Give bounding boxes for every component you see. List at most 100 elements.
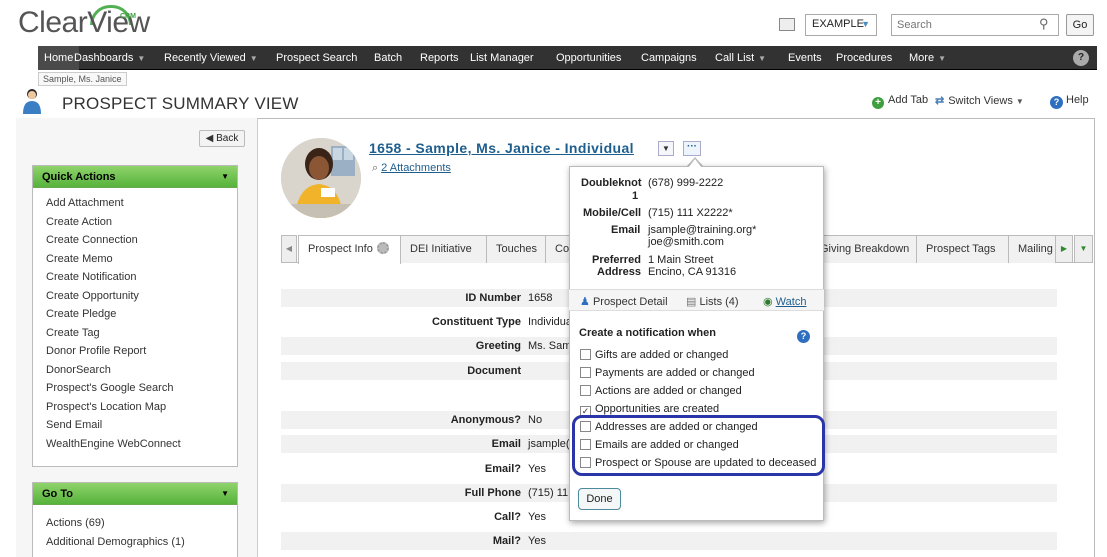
list-item[interactable]: Create Opportunity (46, 287, 237, 306)
list-item[interactable]: Add Attachment (46, 194, 237, 213)
breadcrumb[interactable]: Sample, Ms. Janice (38, 72, 127, 86)
switch-views-button[interactable]: ⇄ Switch Views ▼ (935, 94, 1024, 107)
checkbox-label: Gifts are added or changed (595, 349, 729, 361)
help-icon[interactable]: ? (1073, 50, 1089, 66)
plus-icon: + (872, 97, 884, 109)
eye-icon: ◉ (763, 296, 773, 308)
nav-item-label: Campaigns (641, 52, 697, 64)
attachments-link-row: ⌕ 2 Attachments (372, 162, 451, 175)
tab-prospect-tags[interactable]: Prospect Tags (916, 235, 1009, 263)
go-to-header[interactable]: Go To ▼ (33, 483, 237, 505)
list-item[interactable]: Send Email (46, 416, 237, 435)
checkbox[interactable] (580, 385, 591, 396)
list-item[interactable]: Create Pledge (46, 305, 237, 324)
list-item[interactable]: DonorSearch (46, 361, 237, 380)
doubleknot-label-suffix: 1 (632, 190, 639, 202)
list-item[interactable]: Actions (69) (46, 514, 237, 533)
notification-option[interactable]: Payments are added or changed (580, 366, 755, 382)
chevron-down-icon: ▼ (1015, 97, 1024, 106)
help-icon[interactable]: ? (797, 330, 810, 343)
add-tab-label: Add Tab (888, 94, 929, 106)
highlight-annotation (572, 415, 825, 476)
detail-value: Yes (528, 463, 546, 475)
app-logo[interactable]: ClearView (18, 6, 150, 40)
nav-item-events[interactable]: Events (782, 46, 828, 70)
detail-value: No (528, 414, 543, 426)
prospect-photo[interactable] (281, 138, 361, 218)
search-icon[interactable]: ⚲ (1039, 16, 1049, 32)
detail-value: Yes (528, 511, 546, 523)
watch-link[interactable]: ◉ Watch (763, 295, 806, 308)
nav-item-batch[interactable]: Batch (368, 46, 408, 70)
tab-dei-initiative[interactable]: DEI Initiative (400, 235, 487, 263)
tab-label: Touches (496, 243, 537, 255)
tab-scroll-left-icon[interactable]: ◀ (281, 235, 297, 263)
detail-label: ID Number (465, 292, 521, 304)
detail-label: Call? (494, 511, 521, 523)
nav-item-reports[interactable]: Reports (414, 46, 465, 70)
list-item[interactable]: Create Tag (46, 324, 237, 343)
database-select[interactable]: EXAMPLE ▼ (805, 14, 877, 36)
tab-scroll-right-icon[interactable]: ▶ (1055, 235, 1073, 263)
list-item[interactable]: Prospect's Google Search (46, 379, 237, 398)
nav-item-opportunities[interactable]: Opportunities (550, 46, 627, 70)
tab-mailing[interactable]: Mailing (1008, 235, 1056, 263)
detail-value: Yes (528, 535, 546, 547)
list-item[interactable]: Create Action (46, 213, 237, 232)
quick-actions-header[interactable]: Quick Actions ▼ (33, 166, 237, 188)
tab-label: Prospect Tags (926, 243, 996, 255)
tab-giving-breakdown[interactable]: Giving Breakdown (810, 235, 917, 263)
help-link[interactable]: ? Help (1050, 94, 1089, 109)
nav-item-label: Recently Viewed (164, 52, 246, 64)
checkbox[interactable] (580, 367, 591, 378)
list-item[interactable]: Additional Demographics (1) (46, 533, 237, 552)
prospect-detail-label: Prospect Detail (592, 296, 668, 308)
prospect-more-button[interactable]: ··· (683, 141, 701, 156)
list-item[interactable]: Donor Profile Report (46, 342, 237, 361)
notification-option[interactable]: Actions are added or changed (580, 384, 742, 400)
nav-item-campaigns[interactable]: Campaigns (635, 46, 703, 70)
checkbox[interactable] (580, 349, 591, 360)
prospect-title-link[interactable]: 1658 - Sample, Ms. Janice - Individual (369, 140, 634, 156)
nav-item-recently-viewed[interactable]: Recently Viewed ▼ (158, 46, 264, 70)
nav-item-call-list[interactable]: Call List ▼ (709, 46, 772, 70)
nav-item-list-manager[interactable]: List Manager (464, 46, 540, 70)
lists-link[interactable]: ▤ Lists (4) (686, 295, 739, 308)
lists-label: Lists (4) (699, 296, 739, 308)
add-tab-button[interactable]: + Add Tab (872, 94, 928, 109)
list-item[interactable]: WealthEngine WebConnect (46, 435, 237, 454)
logo-text: ClearView (18, 6, 150, 39)
nav-item-label: Dashboards (74, 52, 134, 64)
chevron-down-icon: ▼ (137, 54, 146, 63)
paperclip-icon: ⌕ (372, 162, 379, 174)
search-input[interactable] (891, 14, 1059, 36)
prospect-detail-link[interactable]: ♟ Prospect Detail (580, 295, 668, 308)
tab-prospect-info[interactable]: Prospect Info (298, 235, 401, 264)
list-item[interactable]: Create Notification (46, 268, 237, 287)
list-item[interactable]: Create Memo (46, 250, 237, 269)
tab-touches[interactable]: Touches (486, 235, 546, 263)
done-button[interactable]: Done (578, 488, 621, 510)
detail-label: Constituent Type (431, 316, 521, 328)
window-icon[interactable] (779, 18, 795, 31)
nav-item-prospect-search[interactable]: Prospect Search (270, 46, 363, 70)
chevron-down-icon: ▼ (938, 54, 946, 63)
back-button[interactable]: ◀ Back (199, 130, 245, 147)
chevron-down-icon: ▼ (249, 54, 258, 63)
nav-item-dashboards[interactable]: Dashboards ▼ (68, 46, 151, 70)
gear-icon[interactable] (376, 242, 389, 254)
address-line-2: Encino, CA 91316 (648, 266, 737, 278)
tab-menu-icon[interactable]: ▼ (1074, 235, 1093, 263)
switch-views-icon: ⇄ (935, 95, 945, 107)
notification-option[interactable]: Gifts are added or changed (580, 348, 728, 364)
nav-item-more[interactable]: More ▼ (903, 46, 952, 70)
attachments-link[interactable]: 2 Attachments (381, 162, 451, 174)
list-item[interactable]: Prospect's Location Map (46, 398, 237, 417)
quick-actions-panel: Quick Actions ▼ Add Attachment Create Acti… (32, 165, 238, 467)
nav-item-label: Procedures (836, 52, 893, 64)
list-item[interactable]: Create Connection (46, 231, 237, 250)
prospect-dropdown-button[interactable]: ▼ (658, 141, 674, 156)
nav-item-procedures[interactable]: Procedures (830, 46, 898, 70)
go-button[interactable]: Go (1066, 14, 1094, 36)
back-label: Back (216, 133, 239, 144)
